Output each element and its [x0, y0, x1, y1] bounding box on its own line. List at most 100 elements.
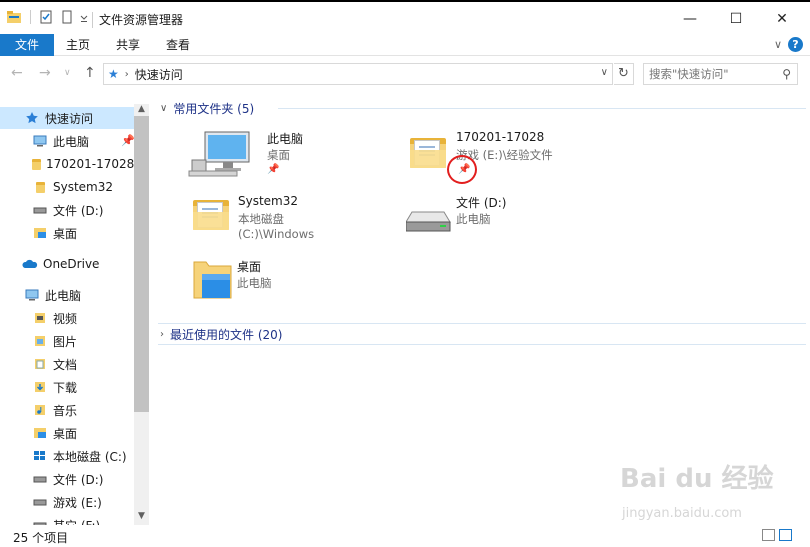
item-count: 25 个项目	[13, 531, 69, 545]
drive-icon	[32, 518, 48, 525]
folder-tile-name: 此电脑	[267, 132, 304, 146]
nav-item-this-pc-pinned[interactable]: 此电脑 📌	[0, 130, 135, 152]
frequent-folders-header[interactable]: ∨ 常用文件夹 (5)	[160, 100, 254, 117]
folder-tile-this-pc[interactable]: 此电脑 桌面 📌	[187, 130, 387, 186]
toolbar-separator	[30, 10, 31, 24]
nav-item-drive-c[interactable]: 本地磁盘 (C:)	[0, 445, 134, 467]
new-folder-icon[interactable]	[61, 10, 73, 24]
nav-item-desktop[interactable]: 桌面	[0, 422, 134, 444]
close-button[interactable]: ✕	[759, 6, 805, 32]
nav-item-videos[interactable]: 视频	[0, 307, 134, 329]
nav-item-music[interactable]: 音乐	[0, 399, 134, 421]
tab-home[interactable]: 主页	[55, 34, 101, 56]
nav-item-quick-access[interactable]: 快速访问	[0, 107, 134, 129]
recent-files-header[interactable]: › 最近使用的文件 (20)	[160, 326, 282, 343]
nav-item-label: OneDrive	[43, 257, 100, 271]
folder-tile-name: System32	[238, 194, 299, 208]
scroll-down-icon[interactable]: ▼	[134, 511, 149, 523]
highlight-circle	[447, 155, 477, 184]
nav-item-this-pc[interactable]: 此电脑	[0, 284, 134, 306]
ribbon: 文件 主页 共享 查看 ∨ ?	[0, 34, 810, 56]
tab-file[interactable]: 文件	[0, 34, 54, 56]
folder-tile-desktop[interactable]: 桌面 此电脑	[157, 258, 357, 314]
desktop-folder-icon	[32, 226, 48, 240]
customize-toolbar-icon[interactable]	[79, 10, 89, 24]
navigation-pane: 快速访问 此电脑 📌 170201-17028 System32 文件 (D:)…	[0, 104, 149, 525]
star-pin-icon	[24, 111, 40, 125]
folder-icon	[32, 157, 41, 171]
address-bar[interactable]: ★ › 快速访问 ∨	[103, 63, 613, 85]
expand-ribbon-icon[interactable]: ∨	[774, 38, 782, 51]
nav-item-drive-f[interactable]: 其它 (F:)	[0, 514, 134, 525]
search-icon[interactable]: ⚲	[782, 67, 791, 81]
folder-tile-name: 桌面	[237, 260, 262, 274]
folder-icon	[193, 200, 229, 230]
nav-item-label: 本地磁盘 (C:)	[53, 449, 127, 464]
nav-item-onedrive[interactable]: OneDrive	[0, 253, 134, 275]
nav-scrollbar-thumb[interactable]	[134, 116, 149, 412]
search-box[interactable]: ⚲	[643, 63, 798, 85]
refresh-button[interactable]: ↻	[614, 63, 634, 85]
desktop-folder-icon	[193, 261, 232, 299]
document-folder-icon	[32, 357, 48, 371]
back-arrow-icon[interactable]: ←	[11, 65, 23, 81]
search-input[interactable]	[649, 67, 774, 81]
nav-item-170201-17028[interactable]: 170201-17028	[0, 153, 134, 175]
nav-item-drive-d[interactable]: 文件 (D:)	[0, 468, 134, 490]
nav-item-drive-e[interactable]: 游戏 (E:)	[0, 491, 134, 513]
minimize-button[interactable]: —	[667, 6, 713, 32]
properties-icon[interactable]	[39, 10, 53, 24]
help-button[interactable]: ?	[788, 37, 803, 52]
nav-item-downloads[interactable]: 下载	[0, 376, 134, 398]
frequent-folders-title: 常用文件夹 (5)	[173, 102, 255, 116]
folder-icon	[32, 180, 48, 194]
nav-item-label: 图片	[53, 334, 78, 349]
recent-locations-icon[interactable]: ∨	[64, 68, 71, 78]
folder-icon	[410, 138, 446, 168]
nav-item-label: 文件 (D:)	[53, 472, 104, 487]
tab-view[interactable]: 查看	[155, 34, 201, 56]
up-arrow-icon[interactable]: ↑	[84, 65, 96, 81]
folder-tile-170201-17028[interactable]: 170201-17028 游戏 (E:)\经验文件 📌	[376, 130, 576, 186]
quick-access-star-icon: ★	[108, 67, 119, 81]
nav-item-label: System32	[53, 180, 114, 194]
folder-tile-location: 此电脑	[456, 212, 491, 226]
folder-tile-name: 170201-17028	[456, 130, 545, 144]
title-bar: 文件资源管理器 — ☐ ✕	[0, 0, 810, 34]
folder-tile-drive-d[interactable]: 文件 (D:) 此电脑	[376, 194, 576, 250]
nav-item-pictures[interactable]: 图片	[0, 330, 134, 352]
computer-icon	[32, 134, 48, 148]
folder-tile-system32[interactable]: System32 本地磁盘 (C:)\Windows	[158, 194, 358, 250]
computer-icon	[188, 131, 250, 177]
nav-item-label: 游戏 (E:)	[53, 495, 102, 510]
nav-item-label: 文档	[53, 357, 78, 372]
explorer-folder-icon[interactable]	[6, 10, 22, 24]
breadcrumb-chevron-icon[interactable]: ›	[125, 69, 129, 80]
pin-icon: 📌	[267, 164, 280, 175]
details-view-icon[interactable]	[762, 529, 775, 541]
maximize-button[interactable]: ☐	[713, 6, 759, 32]
forward-arrow-icon[interactable]: →	[39, 65, 51, 81]
nav-item-label: 170201-17028	[46, 157, 135, 171]
tab-share[interactable]: 共享	[105, 34, 151, 56]
nav-item-documents[interactable]: 文档	[0, 353, 134, 375]
nav-item-drive-d-pinned[interactable]: 文件 (D:)	[0, 199, 134, 221]
video-folder-icon	[32, 311, 48, 325]
collapse-chevron-icon[interactable]: ∨	[160, 103, 167, 114]
window-title: 文件资源管理器	[99, 13, 184, 27]
scroll-up-icon[interactable]: ▲	[134, 104, 149, 116]
address-dropdown-icon[interactable]: ∨	[601, 67, 608, 78]
picture-folder-icon	[32, 334, 48, 348]
group-divider	[158, 323, 806, 324]
watermark-logo: Bai du 经验	[620, 464, 774, 494]
quick-access-toolbar	[6, 10, 89, 24]
nav-item-label: 此电脑	[53, 134, 90, 149]
nav-item-desktop-pinned[interactable]: 桌面	[0, 222, 134, 244]
drive-icon	[32, 203, 48, 217]
breadcrumb-quick-access[interactable]: 快速访问	[135, 66, 183, 83]
nav-item-system32[interactable]: System32	[0, 176, 134, 198]
tiles-view-icon[interactable]	[779, 529, 792, 541]
drive-icon	[32, 472, 48, 486]
expand-chevron-icon[interactable]: ›	[160, 329, 164, 340]
cloud-icon	[22, 257, 38, 271]
